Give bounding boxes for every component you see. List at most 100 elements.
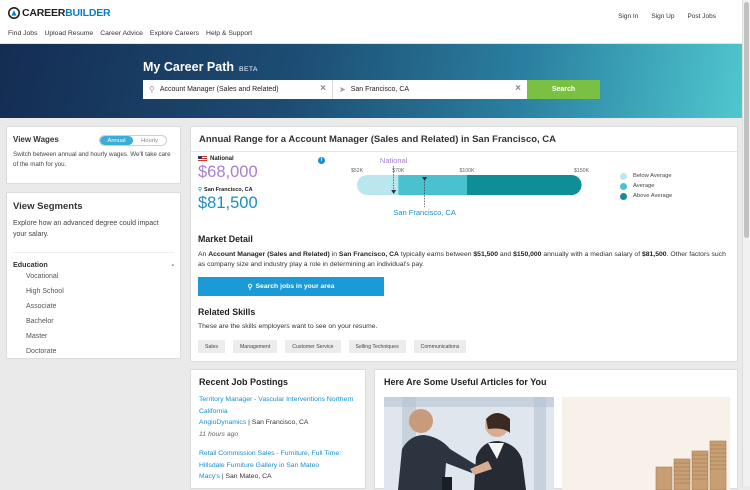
related-skills-subtitle: These are the skills employers want to s…	[198, 323, 378, 330]
annual-range-card: Annual Range for a Account Manager (Sale…	[190, 126, 738, 362]
job-posting: Territory Manager - Vascular Interventio…	[199, 394, 357, 440]
salary-range-chart: $52K $70K $100K $150K National San Francisco,…	[351, 156, 590, 217]
view-wages-card: View Wages Annual Hourly Switch between …	[6, 126, 181, 184]
tick-label-1: $70K	[392, 168, 405, 174]
scrollbar-thumb[interactable]	[744, 2, 749, 238]
marker-label-0: National	[380, 156, 408, 165]
legend-dot-above	[620, 192, 627, 200]
collapse-icon[interactable]: -	[172, 260, 174, 269]
wage-period-toggle[interactable]: Annual Hourly	[99, 135, 167, 146]
posted-time: 11 hours ago	[199, 430, 239, 438]
search-icon: ⚲	[247, 283, 253, 291]
job-location: San Mateo, CA	[225, 473, 272, 480]
nav-find-jobs[interactable]: Find Jobs	[8, 30, 37, 37]
chart-legend: Below Average Average Above Average	[620, 171, 672, 201]
useful-articles-card: Here Are Some Useful Articles for You	[374, 369, 738, 490]
location-input[interactable]: ➤ San Francisco, CA ×	[333, 80, 527, 99]
segment-high-school[interactable]: High School	[13, 284, 174, 299]
article-image-handshake[interactable]	[384, 397, 554, 490]
tick-label-0: $52K	[351, 168, 364, 174]
info-icon[interactable]: i	[318, 157, 325, 164]
location-arrow-icon: ➤	[339, 85, 346, 94]
skill-chip[interactable]: Management	[232, 340, 278, 353]
local-salary: $81,500	[198, 194, 258, 212]
annual-range-title: Annual Range for a Account Manager (Sale…	[191, 127, 737, 152]
logo-text-career: CAREER	[22, 7, 66, 19]
recent-postings-card: Recent Job Postings Territory Manager - …	[190, 369, 366, 489]
job-title-input[interactable]: ⚲ Account Manager (Sales and Related) ×	[143, 80, 333, 99]
skills-list: Sales Management Customer Service Sellin…	[198, 340, 467, 353]
range-bar-segment-1	[398, 175, 467, 195]
segment-doctorate[interactable]: Doctorate	[13, 344, 174, 359]
hero-banner: My Career Path BETA ⚲ Account Manager (Sa…	[0, 44, 742, 118]
legend-above-average: Above Average	[620, 191, 672, 201]
national-label-text: National	[210, 156, 234, 162]
handshake-illustration	[384, 397, 554, 490]
view-wages-description: Switch between annual and hourly wages. …	[13, 151, 171, 168]
logo-wordmark: CAREERBUILDER	[22, 7, 111, 19]
article-image-coins[interactable]	[562, 397, 730, 490]
range-bar-segment-2	[467, 175, 582, 195]
marker-label-1: San Francisco, CA	[393, 208, 456, 217]
utility-nav: Sign In Sign Up Post Jobs	[618, 13, 716, 20]
location-value: San Francisco, CA	[350, 86, 410, 93]
page-title-text: My Career Path	[143, 60, 235, 74]
view-segments-description: Explore how an advanced degree could imp…	[13, 220, 159, 238]
local-label: ⚲ San Francisco, CA	[198, 187, 253, 193]
toggle-annual[interactable]: Annual	[100, 136, 133, 145]
search-icon: ⚲	[149, 85, 155, 94]
segment-vocational[interactable]: Vocational	[13, 269, 174, 284]
logo-mark-icon	[8, 7, 20, 19]
careerbuilder-logo[interactable]: CAREERBUILDER	[8, 6, 111, 20]
skill-chip[interactable]: Sales	[198, 340, 225, 353]
nav-help-support[interactable]: Help & Support	[206, 30, 252, 37]
legend-average-label: Average	[633, 183, 655, 189]
logo-text-builder: BUILDER	[65, 7, 111, 19]
segment-master[interactable]: Master	[13, 329, 174, 344]
career-search-bar: ⚲ Account Manager (Sales and Related) × …	[143, 80, 600, 99]
top-header: CAREERBUILDER Sign In Sign Up Post Jobs …	[0, 0, 742, 44]
legend-below-average: Below Average	[620, 171, 672, 181]
view-segments-title: View Segments	[13, 201, 83, 212]
clear-job-icon[interactable]: ×	[320, 83, 326, 94]
legend-above-label: Above Average	[633, 193, 673, 199]
search-button[interactable]: Search	[527, 80, 600, 99]
job-posting: Retail Commission Sales - Furniture, Ful…	[199, 448, 357, 483]
useful-articles-title: Here Are Some Useful Articles for You	[384, 377, 547, 387]
map-pin-icon: ⚲	[198, 187, 203, 193]
page-scrollbar[interactable]	[742, 0, 750, 486]
skill-chip[interactable]: Customer Service	[285, 340, 341, 353]
sign-in-link[interactable]: Sign In	[618, 13, 638, 20]
nav-explore-careers[interactable]: Explore Careers	[150, 30, 199, 37]
sign-up-link[interactable]: Sign Up	[651, 13, 674, 20]
nav-upload-resume[interactable]: Upload Resume	[44, 30, 93, 37]
national-label: National	[198, 156, 234, 162]
job-title-value: Account Manager (Sales and Related)	[159, 86, 279, 93]
legend-dot-below	[620, 172, 627, 180]
market-detail-title: Market Detail	[198, 234, 253, 244]
segment-associate[interactable]: Associate	[13, 299, 174, 314]
search-jobs-button[interactable]: ⚲ Search jobs in your area	[198, 277, 384, 296]
nav-career-advice[interactable]: Career Advice	[100, 30, 143, 37]
job-title-link[interactable]: Territory Manager - Vascular Interventio…	[199, 394, 357, 417]
range-bar-segment-0	[357, 175, 399, 195]
skill-chip[interactable]: Selling Techniques	[348, 340, 406, 353]
skill-chip[interactable]: Communications	[413, 340, 467, 353]
tick-label-3: $150K	[574, 168, 590, 174]
education-label: Education	[13, 260, 48, 269]
company-link[interactable]: Macy's	[199, 473, 220, 480]
market-detail-text: An Account Manager (Sales and Related) i…	[198, 251, 726, 268]
segment-bachelor[interactable]: Bachelor	[13, 314, 174, 329]
legend-average: Average	[620, 181, 672, 191]
tick-label-2: $100K	[459, 168, 475, 174]
education-group-header[interactable]: Education -	[13, 252, 174, 269]
company-link[interactable]: AngioDynamics	[199, 419, 246, 426]
toggle-hourly[interactable]: Hourly	[133, 136, 166, 145]
legend-dot-average	[620, 182, 627, 190]
local-label-text: San Francisco, CA	[204, 187, 253, 193]
job-title-link[interactable]: Retail Commission Sales - Furniture, Ful…	[199, 448, 357, 471]
post-jobs-link[interactable]: Post Jobs	[687, 13, 716, 20]
clear-location-icon[interactable]: ×	[515, 83, 521, 94]
recent-postings-title: Recent Job Postings	[199, 377, 289, 387]
job-location: San Francisco, CA	[251, 419, 309, 426]
